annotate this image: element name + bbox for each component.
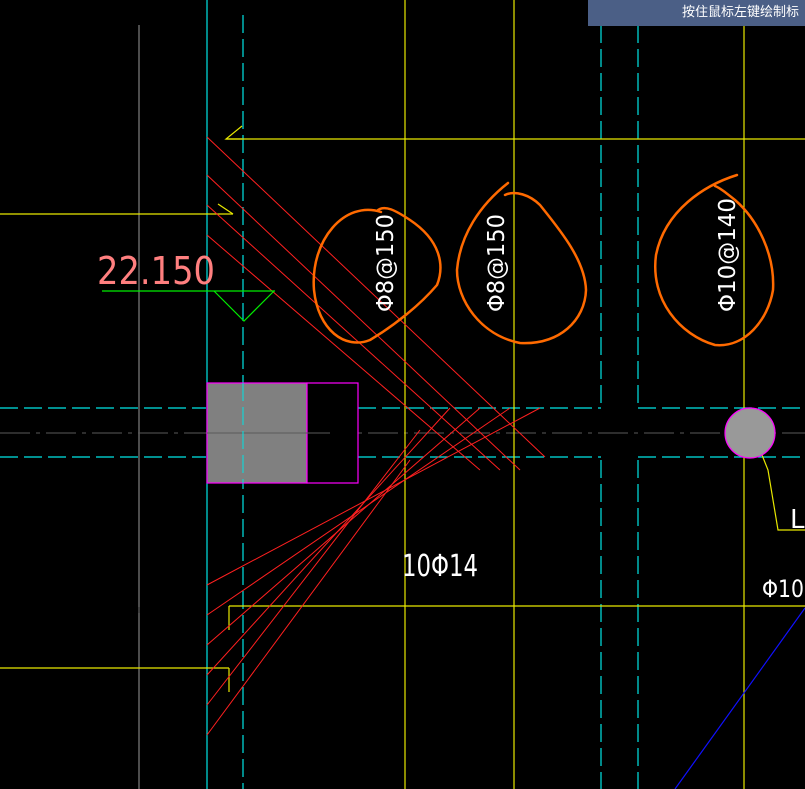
stirrup-label-2: Φ8@150 (484, 214, 510, 312)
cad-drawing-canvas[interactable]: 22.150 Φ8@150 Φ8@150 Φ10@140 10Φ14 Φ10 L (0, 0, 805, 789)
leader-tag-label: L (790, 505, 805, 535)
round-column[interactable] (724, 407, 776, 459)
axis-lines-cyan (0, 0, 805, 789)
stirrup-label-3: Φ10@140 (715, 198, 741, 312)
stirrup-label-1: Φ8@150 (373, 214, 399, 312)
main-bars-label: 10Φ14 (402, 549, 478, 584)
edge-bar-label: Φ10 (762, 575, 804, 603)
status-hint-text: 按住鼠标左键绘制标 (681, 5, 799, 20)
elevation-marker (102, 290, 275, 322)
yellow-lines (0, 0, 805, 789)
elevation-label: 22.150 (97, 249, 215, 293)
blue-line (674, 607, 805, 789)
status-hint-bar: 按住鼠标左键绘制标 (588, 0, 805, 26)
